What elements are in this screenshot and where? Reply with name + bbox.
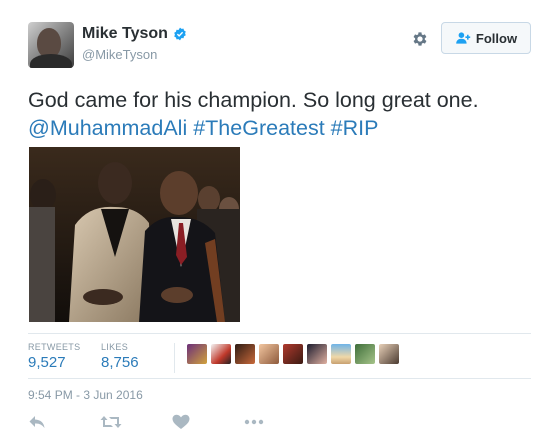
user-name-block: Mike Tyson @MikeTyson bbox=[82, 25, 187, 62]
hashtag-link[interactable]: #RIP bbox=[331, 116, 379, 140]
liker-avatar[interactable] bbox=[283, 344, 303, 364]
liker-avatar[interactable] bbox=[331, 344, 351, 364]
tweet-card: Mike Tyson @MikeTyson Follow God came fo… bbox=[0, 0, 560, 443]
retweets-count: 9,527 bbox=[28, 354, 66, 371]
liker-avatar[interactable] bbox=[187, 344, 207, 364]
more-button[interactable] bbox=[244, 418, 264, 426]
follow-button-label: Follow bbox=[475, 30, 518, 46]
tweet-photo-image bbox=[29, 147, 240, 322]
stats-divider bbox=[174, 343, 175, 373]
more-icon bbox=[244, 419, 264, 425]
likes-label: LIKES bbox=[101, 342, 129, 352]
gear-icon[interactable] bbox=[411, 30, 429, 48]
retweets-label: RETWEETS bbox=[28, 342, 81, 352]
reply-icon bbox=[29, 416, 45, 428]
liker-avatar[interactable] bbox=[259, 344, 279, 364]
liker-avatar[interactable] bbox=[379, 344, 399, 364]
stats-row: RETWEETS 9,527 LIKES 8,756 bbox=[28, 333, 531, 379]
like-icon bbox=[172, 414, 190, 429]
follow-button[interactable]: Follow bbox=[441, 22, 531, 54]
user-add-icon bbox=[456, 32, 471, 44]
tweet-timestamp[interactable]: 9:54 PM - 3 Jun 2016 bbox=[28, 388, 143, 402]
liker-avatar[interactable] bbox=[211, 344, 231, 364]
liker-avatar[interactable] bbox=[355, 344, 375, 364]
retweet-button[interactable] bbox=[100, 414, 122, 430]
display-name[interactable]: Mike Tyson bbox=[82, 25, 168, 43]
like-button[interactable] bbox=[172, 414, 190, 430]
likes-stat[interactable]: LIKES 8,756 bbox=[101, 342, 139, 371]
hashtag-link[interactable]: #TheGreatest bbox=[193, 116, 324, 140]
avatar[interactable] bbox=[28, 22, 74, 68]
retweets-stat[interactable]: RETWEETS 9,527 bbox=[28, 342, 80, 371]
reply-button[interactable] bbox=[28, 414, 46, 430]
tweet-text-body: God came for his champion. So long great… bbox=[28, 88, 479, 112]
display-name-row[interactable]: Mike Tyson bbox=[82, 25, 187, 43]
user-handle[interactable]: @MikeTyson bbox=[82, 47, 187, 62]
mention-link[interactable]: @MuhammadAli bbox=[28, 116, 187, 140]
retweet-icon bbox=[100, 416, 122, 428]
verified-badge-icon bbox=[174, 27, 186, 41]
liker-avatar[interactable] bbox=[307, 344, 327, 364]
tweet-text: God came for his champion. So long great… bbox=[28, 86, 543, 142]
liker-avatar[interactable] bbox=[235, 344, 255, 364]
tweet-photo[interactable] bbox=[29, 147, 240, 322]
liker-avatars bbox=[187, 344, 399, 364]
likes-count: 8,756 bbox=[101, 354, 139, 371]
